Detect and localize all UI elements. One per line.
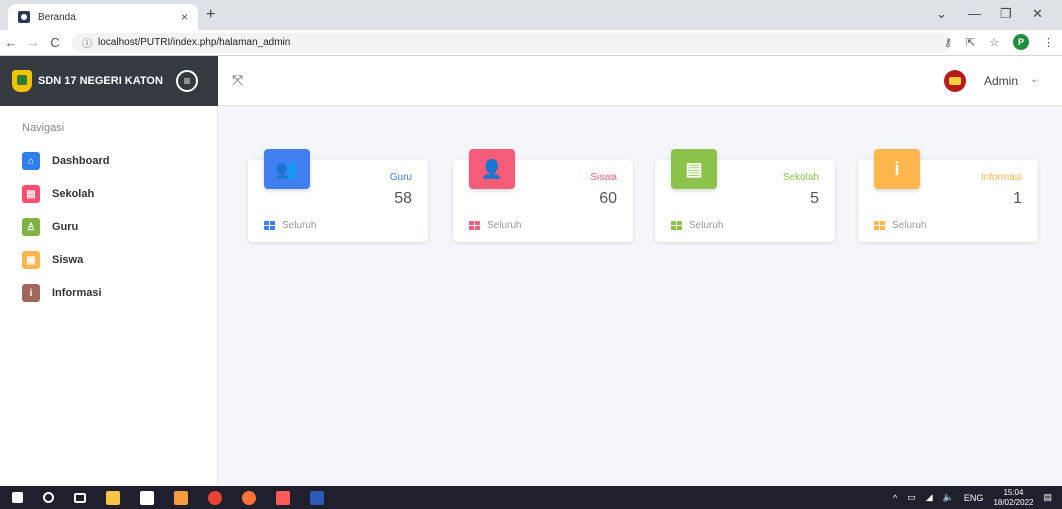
card-footer-text: Seluruh xyxy=(892,220,927,231)
card-footer: Seluruh xyxy=(264,220,316,231)
top-navbar: ⤧ Admin ⌄ xyxy=(218,56,1062,106)
sidebar-header: Navigasi xyxy=(22,122,65,134)
close-window-button[interactable]: ✕ xyxy=(1032,6,1043,22)
school-icon: ▤ xyxy=(22,185,40,203)
card-title: Guru xyxy=(389,172,412,183)
address-bar: ← → C ⓘ localhost/PUTRI/index.php/halama… xyxy=(0,30,1062,56)
stat-card-sekolah[interactable]: ▤ Sekolah 5 Seluruh xyxy=(655,149,835,242)
stat-card-guru[interactable]: 👥 Guru 58 Seluruh xyxy=(248,149,428,242)
restore-button[interactable]: ❐ xyxy=(1000,6,1012,22)
volume-icon[interactable]: 🔈 xyxy=(943,492,954,503)
bookmark-star-icon[interactable]: ☆ xyxy=(989,36,999,49)
browser-tab[interactable]: Beranda × xyxy=(8,4,198,30)
task-view-icon[interactable] xyxy=(74,492,86,503)
sidebar-item-siswa[interactable]: ▣ Siswa xyxy=(22,251,83,269)
id-card-icon: ▣ xyxy=(22,251,40,269)
sidebar-item-informasi[interactable]: i Informasi xyxy=(22,284,102,302)
sidebar-item-guru[interactable]: ♙ Guru xyxy=(22,218,78,236)
card-footer-text: Seluruh xyxy=(282,220,317,231)
site-info-icon[interactable]: ⓘ xyxy=(82,35,92,50)
menu-toggle-icon[interactable]: ≡ xyxy=(176,70,198,92)
file-explorer-icon[interactable] xyxy=(106,490,120,505)
notification-icon[interactable]: ▤ xyxy=(1043,492,1052,503)
new-tab-button[interactable]: + xyxy=(206,6,215,24)
system-tray: ^ ▭ ◢ 🔈 ENG 15:04 18/02/2022 ▤ xyxy=(893,486,1052,509)
windows-start-icon[interactable] xyxy=(12,492,23,503)
clock[interactable]: 15:04 18/02/2022 xyxy=(993,488,1033,508)
url-text: localhost/PUTRI/index.php/halaman_admin xyxy=(98,37,291,48)
profile-avatar[interactable]: P xyxy=(1013,34,1029,50)
xampp-icon[interactable] xyxy=(174,490,188,505)
table-icon xyxy=(264,221,275,230)
chevron-up-icon[interactable]: ^ xyxy=(893,493,897,503)
card-footer-text: Seluruh xyxy=(487,220,522,231)
user-name[interactable]: Admin xyxy=(984,74,1018,88)
sidebar-item-dashboard[interactable]: ⌂ Dashboard xyxy=(22,152,109,170)
browser-menu-icon[interactable]: ⋮ xyxy=(1043,36,1054,49)
firefox-icon[interactable] xyxy=(242,490,256,505)
tab-search-button[interactable]: ⌄ xyxy=(936,6,947,22)
sidebar-item-label: Informasi xyxy=(52,287,102,299)
stat-card-informasi[interactable]: i Informasi 1 Seluruh xyxy=(858,149,1038,242)
table-icon xyxy=(671,221,682,230)
key-icon[interactable]: ⚷ xyxy=(944,36,952,49)
site-favicon-icon xyxy=(18,11,30,23)
forward-icon[interactable]: → xyxy=(22,35,44,50)
minimize-button[interactable]: — xyxy=(968,6,981,21)
users-icon: 👥 xyxy=(264,149,310,189)
card-footer: Seluruh xyxy=(671,220,723,231)
store-icon[interactable] xyxy=(140,490,154,505)
back-icon[interactable]: ← xyxy=(0,35,22,50)
chevron-down-icon[interactable]: ⌄ xyxy=(1030,74,1038,85)
sidebar-item-sekolah[interactable]: ▤ Sekolah xyxy=(22,185,94,203)
language-indicator[interactable]: ENG xyxy=(964,493,984,503)
card-footer-text: Seluruh xyxy=(689,220,724,231)
clock-date: 18/02/2022 xyxy=(993,497,1034,507)
card-title: Siswa xyxy=(590,172,617,183)
card-footer: Seluruh xyxy=(469,220,521,231)
sidebar: Navigasi ⌂ Dashboard ▤ Sekolah ♙ Guru ▣ … xyxy=(0,106,218,486)
user-icon: ♙ xyxy=(22,218,40,236)
brand-bar: SDN 17 NEGERI KATON ≡ xyxy=(0,56,218,106)
user-avatar[interactable] xyxy=(944,70,966,92)
photoshop-icon[interactable] xyxy=(276,490,290,505)
table-icon xyxy=(874,221,885,230)
battery-icon[interactable]: ▭ xyxy=(907,492,916,503)
school-logo-icon xyxy=(12,70,32,92)
card-title: Informasi xyxy=(980,172,1022,183)
stat-card-siswa[interactable]: 👤 Siswa 60 Seluruh xyxy=(453,149,633,242)
url-field[interactable]: ⓘ localhost/PUTRI/index.php/halaman_admi… xyxy=(72,32,952,53)
user-icon: 👤 xyxy=(469,149,515,189)
document-icon: ▤ xyxy=(671,149,717,189)
table-icon xyxy=(469,221,480,230)
sidebar-item-label: Dashboard xyxy=(52,155,110,167)
home-icon: ⌂ xyxy=(22,152,40,170)
clock-time: 15:04 xyxy=(1003,487,1024,497)
card-footer: Seluruh xyxy=(874,220,926,231)
tab-close-button[interactable]: × xyxy=(181,10,188,24)
sidebar-item-label: Sekolah xyxy=(52,188,95,200)
sidebar-item-label: Guru xyxy=(52,221,79,233)
info-icon: i xyxy=(22,284,40,302)
card-value: 1 xyxy=(1013,190,1022,207)
fullscreen-icon[interactable]: ⤧ xyxy=(232,72,243,89)
network-icon[interactable]: ◢ xyxy=(926,492,933,503)
search-icon[interactable] xyxy=(43,492,54,503)
tab-title: Beranda xyxy=(38,11,76,23)
brand-name[interactable]: SDN 17 NEGERI KATON xyxy=(38,75,163,87)
card-title: Sekolah xyxy=(782,172,819,183)
browser-tab-bar: Beranda × + ⌄ — ❐ ✕ xyxy=(0,0,1062,30)
card-value: 5 xyxy=(810,190,819,207)
sidebar-item-label: Siswa xyxy=(52,254,84,266)
card-value: 58 xyxy=(394,190,412,207)
os-taskbar: ^ ▭ ◢ 🔈 ENG 15:04 18/02/2022 ▤ xyxy=(0,486,1062,509)
info-icon: i xyxy=(874,149,920,189)
share-icon[interactable]: ⇱ xyxy=(966,36,975,49)
word-icon[interactable] xyxy=(310,490,324,505)
reload-icon[interactable]: C xyxy=(44,35,66,50)
card-value: 60 xyxy=(599,190,617,207)
chrome-icon[interactable] xyxy=(208,490,222,505)
